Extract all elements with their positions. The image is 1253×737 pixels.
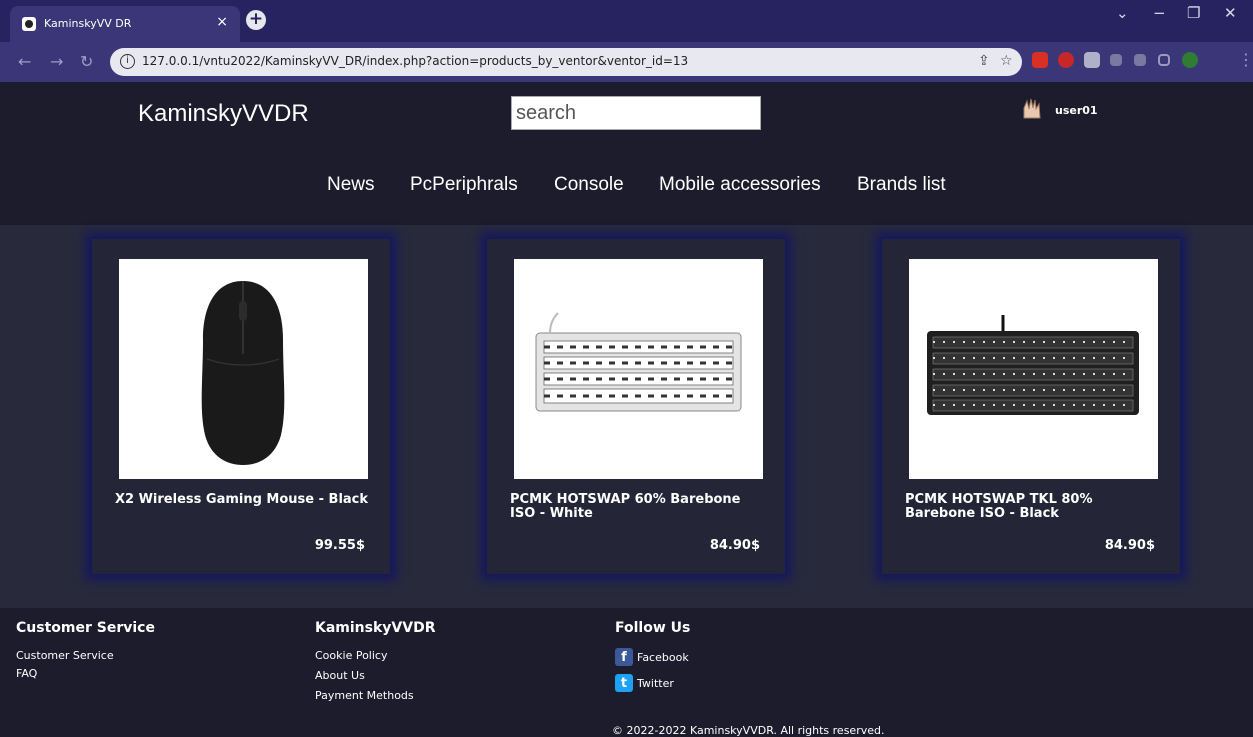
- nav-console[interactable]: Console: [554, 174, 624, 196]
- address-bar[interactable]: i 127.0.0.1/vntu2022/KaminskyVV_DR/index…: [110, 48, 1022, 76]
- footer-link-payment-methods[interactable]: Payment Methods: [315, 686, 436, 706]
- site-footer: Customer Service Customer Service FAQ Ka…: [0, 608, 1253, 737]
- browser-tab-strip: KaminskyVV DR × + ⌄ − ❐ ✕: [0, 0, 1253, 42]
- site-header: KaminskyVVDR user01 News PcPeriphrals Co…: [0, 82, 1253, 225]
- nav-mobile-accessories[interactable]: Mobile accessories: [659, 174, 821, 196]
- search-box: [511, 96, 761, 130]
- extension-calendar-icon[interactable]: [1032, 52, 1048, 68]
- keyboard-black-icon: [927, 315, 1139, 415]
- profile-avatar-icon[interactable]: [1182, 52, 1198, 68]
- share-icon[interactable]: ⇪: [978, 53, 990, 69]
- close-window-icon[interactable]: ✕: [1224, 4, 1237, 22]
- extensions-puzzle-icon[interactable]: [1110, 54, 1122, 66]
- site-logo-text[interactable]: KaminskyVVDR: [138, 100, 309, 128]
- forward-icon[interactable]: →: [50, 52, 63, 71]
- footer-heading: Customer Service: [16, 620, 155, 636]
- tab-search-icon[interactable]: ⌄: [1116, 4, 1129, 22]
- footer-heading: KaminskyVVDR: [315, 620, 436, 636]
- product-grid: X2 Wireless Gaming Mouse - Black 99.55$ …: [0, 225, 1253, 608]
- footer-customer-service: Customer Service Customer Service FAQ: [16, 620, 155, 684]
- search-input[interactable]: [512, 97, 760, 129]
- main-nav: News PcPeriphrals Console Mobile accesso…: [0, 174, 1253, 198]
- product-card[interactable]: PCMK HOTSWAP TKL 80% Barebone ISO - Blac…: [882, 239, 1180, 574]
- url-text[interactable]: 127.0.0.1/vntu2022/KaminskyVV_DR/index.p…: [142, 54, 688, 68]
- twitter-link[interactable]: t Twitter: [615, 674, 690, 692]
- back-icon[interactable]: ←: [18, 52, 31, 71]
- nav-brands-list[interactable]: Brands list: [857, 174, 946, 196]
- footer-link-customer-service[interactable]: Customer Service: [16, 646, 155, 666]
- reload-icon[interactable]: ↻: [80, 52, 93, 71]
- product-title[interactable]: PCMK HOTSWAP TKL 80% Barebone ISO - Blac…: [905, 493, 1160, 521]
- user-avatar-icon[interactable]: [1020, 96, 1044, 120]
- footer-follow: Follow Us f Facebook t Twitter: [615, 620, 690, 692]
- extension-adblock-icon[interactable]: [1058, 52, 1074, 68]
- extension-generic-icon[interactable]: [1084, 52, 1100, 68]
- product-image[interactable]: [514, 259, 763, 479]
- username-label[interactable]: user01: [1055, 104, 1098, 117]
- tab-title: KaminskyVV DR: [44, 17, 132, 30]
- restore-icon[interactable]: ❐: [1187, 4, 1200, 22]
- product-title[interactable]: X2 Wireless Gaming Mouse - Black: [115, 493, 370, 507]
- footer-link-about-us[interactable]: About Us: [315, 666, 436, 686]
- keyboard-white-icon: [535, 312, 742, 412]
- tab-close-icon[interactable]: ×: [216, 14, 228, 30]
- footer-company: KaminskyVVDR Cookie Policy About Us Paym…: [315, 620, 436, 706]
- facebook-link[interactable]: f Facebook: [615, 648, 690, 666]
- footer-link-cookie-policy[interactable]: Cookie Policy: [315, 646, 436, 666]
- browser-tab[interactable]: KaminskyVV DR ×: [10, 6, 240, 42]
- twitter-label: Twitter: [637, 676, 674, 690]
- browser-toolbar: ← → ↻ i 127.0.0.1/vntu2022/KaminskyVV_DR…: [0, 42, 1253, 82]
- copyright-text: © 2022-2022 KaminskyVVDR. All rights res…: [612, 724, 885, 737]
- bookmark-star-icon[interactable]: ☆: [1000, 53, 1013, 69]
- product-title[interactable]: PCMK HOTSWAP 60% Barebone ISO - White: [510, 493, 765, 521]
- site-info-icon[interactable]: i: [120, 54, 135, 69]
- product-card[interactable]: X2 Wireless Gaming Mouse - Black 99.55$: [92, 239, 390, 574]
- reading-list-icon[interactable]: [1134, 54, 1146, 66]
- mouse-icon: [201, 281, 285, 465]
- product-price: 84.90$: [1104, 538, 1155, 553]
- twitter-icon: t: [615, 674, 633, 692]
- minimize-icon[interactable]: −: [1153, 4, 1166, 22]
- side-panel-icon[interactable]: [1158, 54, 1170, 66]
- new-tab-button[interactable]: +: [246, 10, 266, 30]
- facebook-label: Facebook: [637, 650, 689, 664]
- footer-link-faq[interactable]: FAQ: [16, 664, 155, 684]
- product-image[interactable]: [909, 259, 1158, 479]
- facebook-icon: f: [615, 648, 633, 666]
- site-favicon-icon: [22, 17, 36, 31]
- product-price: 84.90$: [709, 538, 760, 553]
- product-card[interactable]: PCMK HOTSWAP 60% Barebone ISO - White 84…: [487, 239, 785, 574]
- product-price: 99.55$: [314, 538, 365, 553]
- nav-news[interactable]: News: [327, 174, 375, 196]
- browser-menu-icon[interactable]: ⋮: [1238, 50, 1253, 69]
- product-image[interactable]: [119, 259, 368, 479]
- footer-heading: Follow Us: [615, 620, 691, 636]
- nav-pcperipherals[interactable]: PcPeriphrals: [410, 174, 518, 196]
